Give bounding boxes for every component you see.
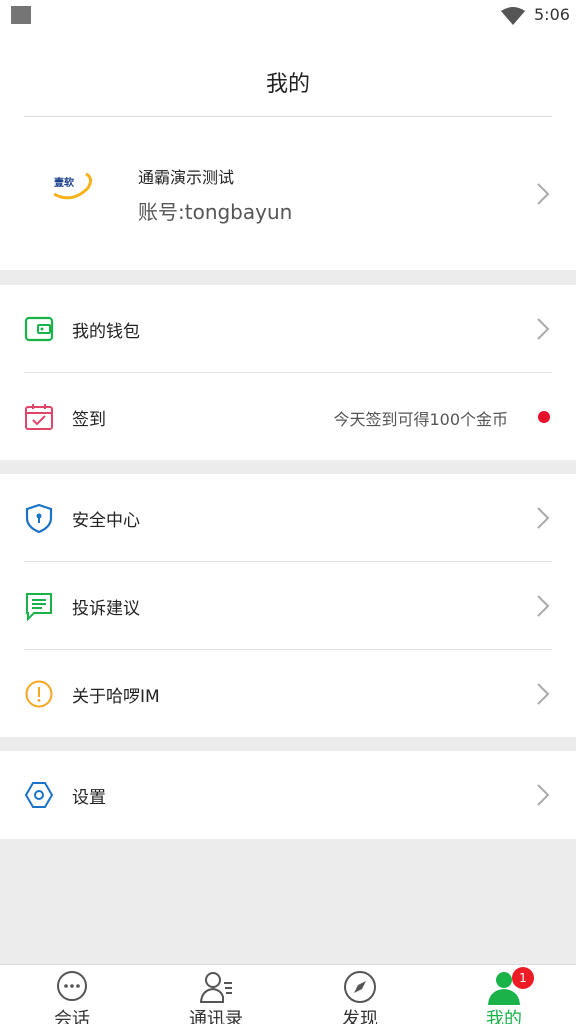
menu-item-security[interactable]: 安全中心 [0, 474, 576, 562]
tab-label: 我的 [486, 1009, 522, 1024]
wifi-icon [501, 7, 525, 25]
profile-card[interactable]: 壹软 通霸演示测试 账号:tongbayun [0, 118, 576, 270]
checkin-hint: 今天签到可得100个金币 [333, 410, 508, 429]
header-divider [24, 116, 552, 117]
menu-item-label: 安全中心 [72, 511, 140, 531]
menu-item-label: 我的钱包 [72, 322, 140, 342]
menu-item-wallet[interactable]: 我的钱包 [0, 285, 576, 373]
menu-item-label: 关于哈啰IM [72, 687, 160, 707]
menu-item-feedback[interactable]: 投诉建议 [0, 562, 576, 650]
section-wallet: 我的钱包 签到 今天签到可得100个金币 [0, 285, 576, 460]
shield-icon [25, 503, 53, 533]
menu-item-label: 签到 [72, 410, 106, 430]
chevron-right-icon [537, 595, 550, 617]
header: 我的 [0, 32, 576, 118]
status-time: 5:06 [534, 5, 570, 24]
avatar: 壹软 [53, 172, 93, 200]
menu-item-checkin[interactable]: 签到 今天签到可得100个金币 [0, 373, 576, 461]
compass-icon [344, 971, 376, 1003]
unread-dot [538, 411, 550, 423]
chevron-right-icon [537, 318, 550, 340]
chevron-right-icon [537, 683, 550, 705]
info-icon [25, 680, 53, 708]
gear-icon [24, 782, 54, 808]
notification-badge: 1 [512, 967, 534, 989]
tab-chat[interactable]: 会话 [0, 965, 144, 1024]
menu-item-label: 设置 [72, 788, 106, 808]
calendar-icon [25, 404, 53, 430]
tab-label: 通讯录 [189, 1009, 243, 1024]
tab-discover[interactable]: 发现 [288, 965, 432, 1024]
profile-name: 通霸演示测试 [138, 168, 235, 187]
contacts-icon [199, 972, 232, 1003]
section-info: 安全中心 投诉建议 关于哈啰IM [0, 474, 576, 737]
chat-icon [57, 971, 87, 1001]
page-title: 我的 [265, 72, 310, 97]
status-bar: 5:06 [0, 0, 576, 32]
menu-item-about[interactable]: 关于哈啰IM [0, 650, 576, 738]
wallet-icon [24, 316, 54, 342]
chevron-right-icon [537, 507, 550, 529]
menu-item-settings[interactable]: 设置 [0, 751, 576, 839]
section-settings: 设置 [0, 751, 576, 839]
menu-item-label: 投诉建议 [72, 599, 140, 619]
chevron-right-icon [537, 784, 550, 806]
message-icon [26, 593, 52, 621]
tab-label: 发现 [342, 1009, 378, 1024]
notification-square-icon [11, 6, 31, 24]
bottom-tab-bar: 会话 通讯录 发现 1 我的 [0, 964, 576, 1024]
tab-me[interactable]: 1 我的 [432, 965, 576, 1024]
profile-account: 账号:tongbayun [138, 200, 293, 224]
avatar-logo-text: 壹软 [54, 176, 74, 189]
tab-label: 会话 [54, 1009, 90, 1024]
tab-contacts[interactable]: 通讯录 [144, 965, 288, 1024]
chevron-right-icon [537, 183, 550, 205]
